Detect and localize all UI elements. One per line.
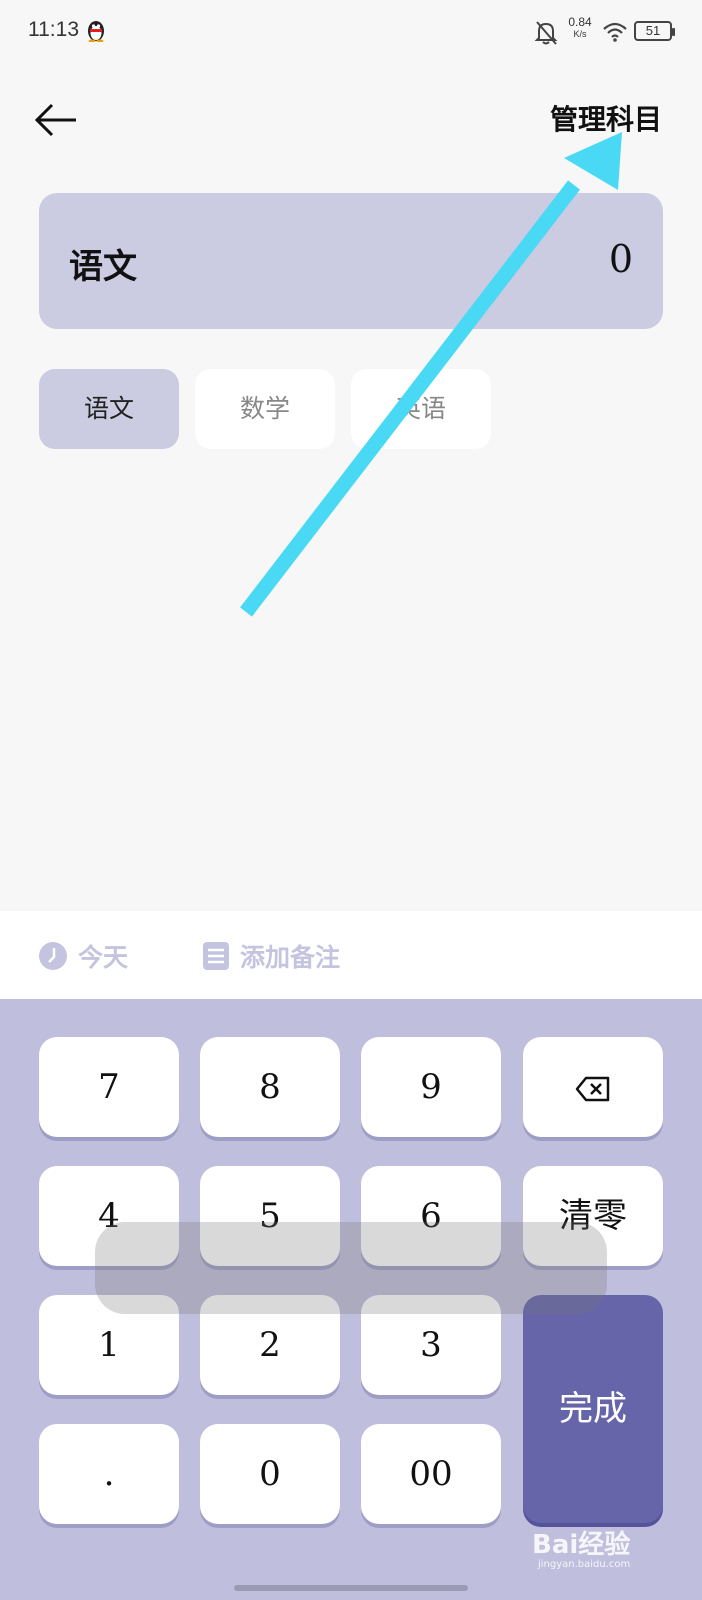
subject-chip-chinese[interactable]: 语文: [39, 369, 179, 449]
options-row: 今天 添加备注: [0, 911, 702, 999]
watermark-url: jingyan.baidu.com: [538, 1559, 631, 1570]
subject-chip-math[interactable]: 数学: [195, 369, 335, 449]
add-note-option[interactable]: 添加备注: [202, 939, 340, 973]
network-speed: 0.84 K/s: [565, 16, 595, 40]
card-amount-value: 0: [608, 237, 633, 281]
card-subject-name: 语文: [69, 247, 137, 287]
manage-subjects-button[interactable]: 管理科目: [550, 98, 662, 138]
key-00[interactable]: 00: [361, 1424, 501, 1524]
key-1[interactable]: 1: [39, 1295, 179, 1395]
watermark-text: Bai经验: [532, 1530, 631, 1560]
today-label: 今天: [78, 943, 129, 972]
key-decimal[interactable]: .: [39, 1424, 179, 1524]
baidu-watermark: Bai经验 jingyan.baidu.com: [532, 1524, 630, 1570]
home-indicator[interactable]: [234, 1585, 468, 1591]
key-6[interactable]: 6: [361, 1166, 501, 1266]
add-note-label: 添加备注: [240, 943, 341, 972]
key-3[interactable]: 3: [361, 1295, 501, 1395]
key-8[interactable]: 8: [200, 1037, 340, 1137]
subject-amount-card: 语文 0: [39, 193, 663, 329]
bell-off-icon: [534, 21, 558, 45]
qq-penguin-icon: [88, 21, 104, 42]
wifi-icon: [603, 22, 627, 42]
backspace-icon: [575, 1076, 610, 1102]
key-2[interactable]: 2: [200, 1295, 340, 1395]
key-7[interactable]: 7: [39, 1037, 179, 1137]
status-time: 11:13: [28, 18, 79, 41]
done-button[interactable]: 完成: [523, 1295, 663, 1523]
back-button[interactable]: [32, 98, 82, 142]
battery-icon: 51: [634, 21, 675, 41]
key-5[interactable]: 5: [200, 1166, 340, 1266]
backspace-button[interactable]: [523, 1037, 663, 1137]
key-4[interactable]: 4: [39, 1166, 179, 1266]
date-today-option[interactable]: 今天: [38, 939, 128, 973]
clock-icon: [39, 942, 67, 970]
clear-button[interactable]: 清零: [523, 1166, 663, 1266]
key-9[interactable]: 9: [361, 1037, 501, 1137]
note-icon: [203, 942, 229, 970]
network-speed-value: 0.84: [568, 15, 592, 29]
subject-chip-english[interactable]: 英语: [351, 369, 491, 449]
key-0[interactable]: 0: [200, 1424, 340, 1524]
network-speed-unit: K/s: [573, 29, 587, 39]
